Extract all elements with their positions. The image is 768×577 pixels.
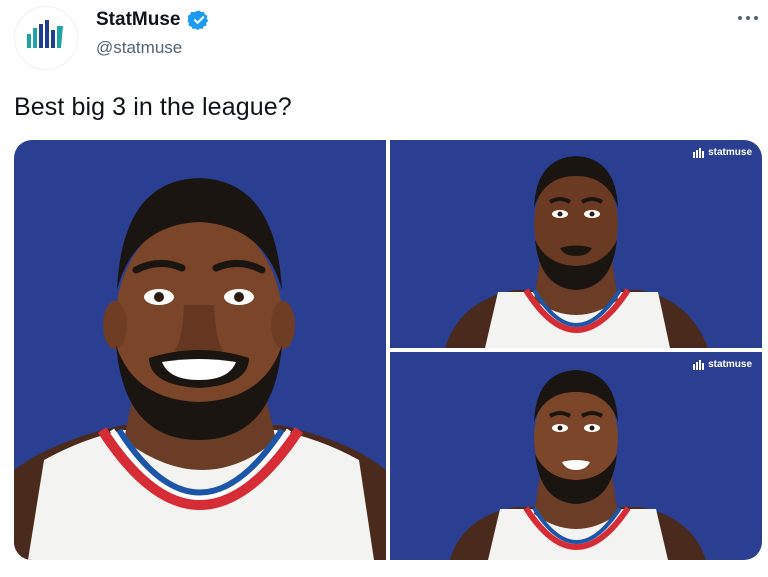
media-image-left[interactable] xyxy=(14,140,386,560)
statmuse-watermark-logo-icon xyxy=(693,359,705,370)
more-options-icon[interactable] xyxy=(736,12,760,24)
media-grid: statmuse statmuse xyxy=(14,140,762,560)
watermark-text: statmuse xyxy=(708,147,752,158)
player-illustration-left xyxy=(14,140,386,560)
verified-badge-icon xyxy=(188,10,209,31)
player-illustration-top-right xyxy=(390,140,762,348)
display-name[interactable]: StatMuse xyxy=(96,9,180,31)
statmuse-watermark-logo-icon xyxy=(693,147,705,158)
media-image-bottom-right[interactable]: statmuse xyxy=(390,352,762,560)
statmuse-watermark: statmuse xyxy=(693,359,752,370)
statmuse-avatar[interactable] xyxy=(14,6,78,70)
media-image-top-right[interactable]: statmuse xyxy=(390,140,762,348)
player-illustration-bottom-right xyxy=(390,352,762,560)
tweet-text: Best big 3 in the league? xyxy=(14,93,292,121)
statmuse-logo-icon xyxy=(27,20,63,48)
statmuse-watermark: statmuse xyxy=(693,147,752,158)
watermark-text: statmuse xyxy=(708,359,752,370)
account-handle[interactable]: @statmuse xyxy=(96,38,182,58)
